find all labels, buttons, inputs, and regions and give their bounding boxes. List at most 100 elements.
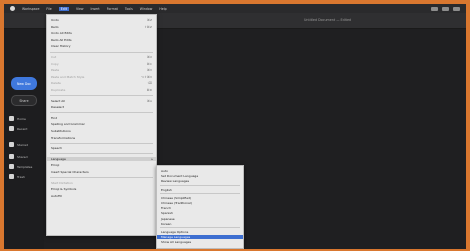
edit-menu-item-language[interactable]: Language ▸	[47, 156, 156, 161]
sidebar-item-shared[interactable]: Shared	[9, 153, 28, 160]
edit-menu-item-emoji-symbols[interactable]: Emoji & Symbols	[47, 187, 156, 191]
language-menu-item-manage-languages[interactable]: Manage Languages	[157, 235, 243, 240]
menu-item-shortcut: ⌘Z	[146, 18, 152, 22]
sidebar-item-templates[interactable]: Templates	[9, 163, 32, 170]
edit-menu-item-clear-history[interactable]: Clear History	[47, 44, 156, 48]
edit-menu-item-redo-all-edits[interactable]: Redo All Edits	[47, 38, 156, 42]
menubar-item-format[interactable]: Format	[107, 7, 118, 11]
language-menu-item-french[interactable]: French	[157, 206, 243, 210]
menu-item-label: Set Document Language	[161, 174, 199, 179]
edit-menu-item-redo[interactable]: Redo ⇧⌘Z	[47, 25, 156, 29]
menubar-item-insert[interactable]: Insert	[91, 7, 100, 11]
language-menu-item-auto[interactable]: Auto	[157, 169, 243, 173]
menu-item-label: Spanish	[161, 211, 173, 216]
menu-separator	[50, 112, 153, 114]
menu-item-label: Korean	[161, 221, 172, 226]
new-document-button[interactable]: New Doc	[11, 77, 37, 90]
menu-separator	[160, 193, 240, 195]
language-menu-item-spanish[interactable]: Spanish	[157, 211, 243, 215]
menu-item-label: Copy	[51, 61, 59, 66]
edit-menu-item-copy[interactable]: Copy ⌘C	[47, 62, 156, 66]
edit-menu-item-substitutions[interactable]: Substitutions	[47, 129, 156, 133]
language-menu-item-english[interactable]: English	[157, 188, 243, 192]
edit-menu-item-insert-special-characters[interactable]: Insert Special Characters	[47, 170, 156, 174]
language-menu-item-korean[interactable]: Korean	[157, 222, 243, 226]
menu-item-label: Language	[51, 156, 66, 161]
menu-item-label: Review Languages	[161, 179, 190, 184]
menu-item-label: Chinese (Traditional)	[161, 201, 192, 205]
sidebar-item-recent[interactable]: Recent	[9, 125, 27, 132]
menu-item-label: Show All Languages	[161, 240, 192, 245]
sidebar-item-starred[interactable]: Starred	[9, 141, 28, 148]
menu-item-label: Find	[51, 115, 58, 120]
menubar-status-area	[431, 6, 466, 11]
edit-menu-item-undo[interactable]: Undo ⌘Z	[47, 18, 156, 22]
menubar-item-view[interactable]: View	[76, 7, 84, 11]
language-menu-item-set-document-language[interactable]: Set Document Language	[157, 174, 243, 178]
edit-menu-item-transformations[interactable]: Transformations	[47, 136, 156, 140]
edit-menu-item-paste-and-match-style[interactable]: Paste and Match Style ⌥⇧⌘V	[47, 75, 156, 79]
edit-menu-item-cut[interactable]: Cut ⌘X	[47, 55, 156, 59]
menu-separator	[50, 153, 153, 155]
menu-item-shortcut: ⇧⌘Z	[144, 24, 152, 29]
menubar-item-edit[interactable]: Edit	[58, 6, 69, 11]
edit-menu-item-deselect[interactable]: Deselect	[47, 105, 156, 109]
edit-menu: Undo ⌘Z Redo ⇧⌘Z Undo All Edits Redo All Edit…	[46, 14, 157, 236]
edit-menu-item-select-all[interactable]: Select All ⌘A	[47, 99, 156, 103]
language-menu-item-chinese-traditional-[interactable]: Chinese (Traditional)	[157, 201, 243, 205]
language-menu-item-show-all-languages[interactable]: Show All Languages	[157, 240, 243, 244]
menu-item-label: Insert Special Characters	[51, 170, 89, 174]
trash-icon	[9, 174, 14, 179]
sidebar: New Doc Share Home Recent Starred Shared Tem…	[4, 29, 44, 249]
edit-menu-item-autofill[interactable]: AutoFill	[47, 194, 156, 198]
edit-menu-item-speech[interactable]: Speech	[47, 146, 156, 150]
menu-item-label: Undo	[51, 18, 59, 22]
language-submenu: Auto Set Document Language Review Language…	[156, 165, 244, 249]
menu-item-label: Paste	[51, 68, 60, 73]
language-menu-item-review-languages[interactable]: Review Languages	[157, 179, 243, 183]
edit-menu-item-delete[interactable]: Delete ⌫	[47, 81, 156, 85]
menu-separator	[50, 51, 153, 53]
home-icon	[9, 116, 14, 121]
menu-item-label: Language Options	[161, 230, 189, 234]
menubar-item-help[interactable]: Help	[159, 7, 166, 11]
menubar-item-file[interactable]: File	[46, 7, 51, 11]
sidebar-item-trash[interactable]: Trash	[9, 173, 25, 180]
edit-menu-item-undo-all-edits[interactable]: Undo All Edits	[47, 31, 156, 35]
edit-menu-item-emoji[interactable]: Emoji	[47, 163, 156, 167]
share-button[interactable]: Share	[11, 95, 37, 106]
menu-item-label: Duplicate	[51, 88, 66, 92]
menu-item-label: Redo	[51, 24, 59, 29]
battery-icon[interactable]	[442, 6, 449, 11]
menu-item-label: Delete	[51, 81, 61, 86]
language-menu-item-chinese-simplified-[interactable]: Chinese (Simplified)	[157, 196, 243, 200]
menubar-item-window[interactable]: Window	[140, 7, 153, 11]
menu-item-shortcut: ⌘V	[146, 68, 152, 73]
edit-menu-item-find[interactable]: Find	[47, 116, 156, 120]
people-icon	[9, 154, 14, 159]
menubar-item-workspace[interactable]: Workspace	[22, 7, 39, 11]
desktop-screen: Workspace File Edit View Insert Format Tools Wi…	[4, 4, 466, 249]
menu-item-label: Paste and Match Style	[51, 74, 85, 79]
star-icon	[9, 142, 14, 147]
menu-item-label: Start Dictation	[51, 180, 73, 185]
edit-menu-item-paste[interactable]: Paste ⌘V	[47, 68, 156, 72]
menu-item-label: French	[161, 206, 171, 211]
edit-menu-item-duplicate[interactable]: Duplicate ⌘D	[47, 88, 156, 92]
edit-menu-item-start-dictation[interactable]: Start Dictation	[47, 181, 156, 185]
menu-item-shortcut: ⌘A	[146, 98, 152, 103]
menu-item-label: Auto	[161, 169, 168, 173]
language-menu-item-japanese[interactable]: Japanese	[157, 217, 243, 221]
sidebar-item-home[interactable]: Home	[9, 115, 26, 122]
menubar-item-tools[interactable]: Tools	[125, 7, 133, 11]
menu-item-label: Japanese	[161, 216, 175, 221]
language-menu-item-language-options[interactable]: Language Options	[157, 230, 243, 234]
menu-item-label: Emoji	[51, 163, 60, 168]
wifi-icon[interactable]	[431, 6, 438, 11]
clock-icon[interactable]	[453, 6, 460, 11]
menu-separator	[50, 95, 153, 97]
edit-menu-item-spelling-and-grammar[interactable]: Spelling and Grammar	[47, 122, 156, 126]
apple-icon[interactable]	[10, 6, 15, 11]
window-title: Untitled Document — Edited	[304, 18, 352, 22]
menu-item-label: English	[161, 187, 172, 192]
